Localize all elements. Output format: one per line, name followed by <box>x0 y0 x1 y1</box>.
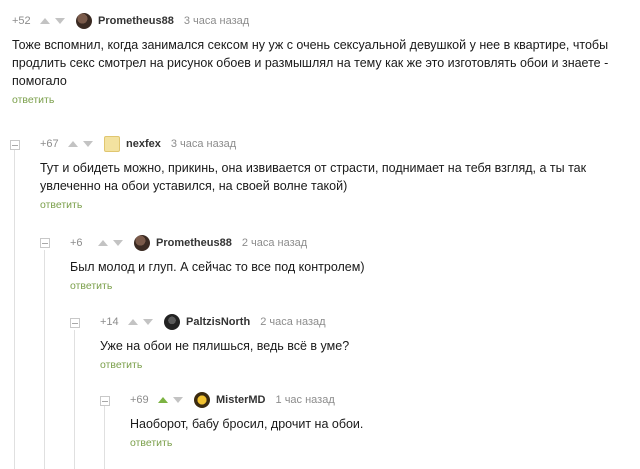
thread-line <box>74 330 75 469</box>
collapse-thread-button[interactable] <box>70 318 80 328</box>
reply-link[interactable]: ответить <box>12 94 632 106</box>
avatar[interactable] <box>134 235 150 251</box>
vote-controls <box>98 240 128 246</box>
downvote-arrow-icon[interactable] <box>173 397 183 403</box>
comment-header: +6 Prometheus88 2 часа назад <box>70 232 630 254</box>
reply-link[interactable]: ответить <box>130 437 630 449</box>
avatar[interactable] <box>104 136 120 152</box>
upvote-arrow-icon[interactable] <box>68 141 78 147</box>
reply-link[interactable]: ответить <box>40 199 630 211</box>
downvote-arrow-icon[interactable] <box>83 141 93 147</box>
timestamp[interactable]: 2 часа назад <box>260 316 325 328</box>
reply-link[interactable]: ответить <box>70 280 630 292</box>
comment-header: +69 MisterMD 1 час назад <box>130 389 630 411</box>
comment-text: Уже на обои не пялишься, ведь всё в уме? <box>100 339 350 353</box>
vote-controls <box>128 319 158 325</box>
comment: +6 Prometheus88 2 часа назад Был молод и… <box>70 232 630 292</box>
rating-count: +14 <box>100 316 119 328</box>
author-name[interactable]: MisterMD <box>216 394 266 406</box>
comment: +52 Prometheus88 3 часа назад Тоже вспом… <box>12 10 632 106</box>
avatar[interactable] <box>76 13 92 29</box>
rating-count: +69 <box>130 394 149 406</box>
author-name[interactable]: nexfex <box>126 138 161 150</box>
comment: +67 nexfex 3 часа назад Тут и обидеть мо… <box>40 133 630 211</box>
downvote-arrow-icon[interactable] <box>55 18 65 24</box>
vote-controls <box>40 18 70 24</box>
timestamp[interactable]: 1 час назад <box>276 394 335 406</box>
comment-text: Тоже вспомнил, когда занимался сексом ну… <box>12 38 609 88</box>
comment-text: Наоборот, бабу бросил, дрочит на обои. <box>130 417 364 431</box>
comment: +69 MisterMD 1 час назад Наоборот, бабу … <box>130 389 630 449</box>
comment-header: +14 PaltzisNorth 2 часа назад <box>100 311 630 333</box>
avatar[interactable] <box>164 314 180 330</box>
upvote-arrow-icon[interactable] <box>98 240 108 246</box>
timestamp[interactable]: 3 часа назад <box>171 138 236 150</box>
reply-link[interactable]: ответить <box>100 359 630 371</box>
downvote-arrow-icon[interactable] <box>143 319 153 325</box>
comment-text: Тут и обидеть можно, прикинь, она извива… <box>40 161 587 193</box>
upvote-arrow-icon[interactable] <box>128 319 138 325</box>
upvote-arrow-icon[interactable] <box>40 18 50 24</box>
upvote-arrow-icon[interactable] <box>158 397 168 403</box>
timestamp[interactable]: 2 часа назад <box>242 237 307 249</box>
author-name[interactable]: Prometheus88 <box>156 237 232 249</box>
vote-controls <box>68 141 98 147</box>
vote-controls <box>158 397 188 403</box>
comment: +14 PaltzisNorth 2 часа назад Уже на обо… <box>100 311 630 371</box>
rating-count: +52 <box>12 15 31 27</box>
collapse-thread-button[interactable] <box>10 140 20 150</box>
collapse-thread-button[interactable] <box>100 396 110 406</box>
comment-header: +67 nexfex 3 часа назад <box>40 133 630 155</box>
comment-text: Был молод и глуп. А сейчас то все под ко… <box>70 260 365 274</box>
thread-line <box>14 150 15 469</box>
thread-line <box>104 406 105 469</box>
author-name[interactable]: PaltzisNorth <box>186 316 250 328</box>
avatar[interactable] <box>194 392 210 408</box>
thread-line <box>44 250 45 469</box>
downvote-arrow-icon[interactable] <box>113 240 123 246</box>
rating-count: +6 <box>70 237 83 249</box>
collapse-thread-button[interactable] <box>40 238 50 248</box>
timestamp[interactable]: 3 часа назад <box>184 15 249 27</box>
author-name[interactable]: Prometheus88 <box>98 15 174 27</box>
rating-count: +67 <box>40 138 59 150</box>
comment-header: +52 Prometheus88 3 часа назад <box>12 10 632 32</box>
